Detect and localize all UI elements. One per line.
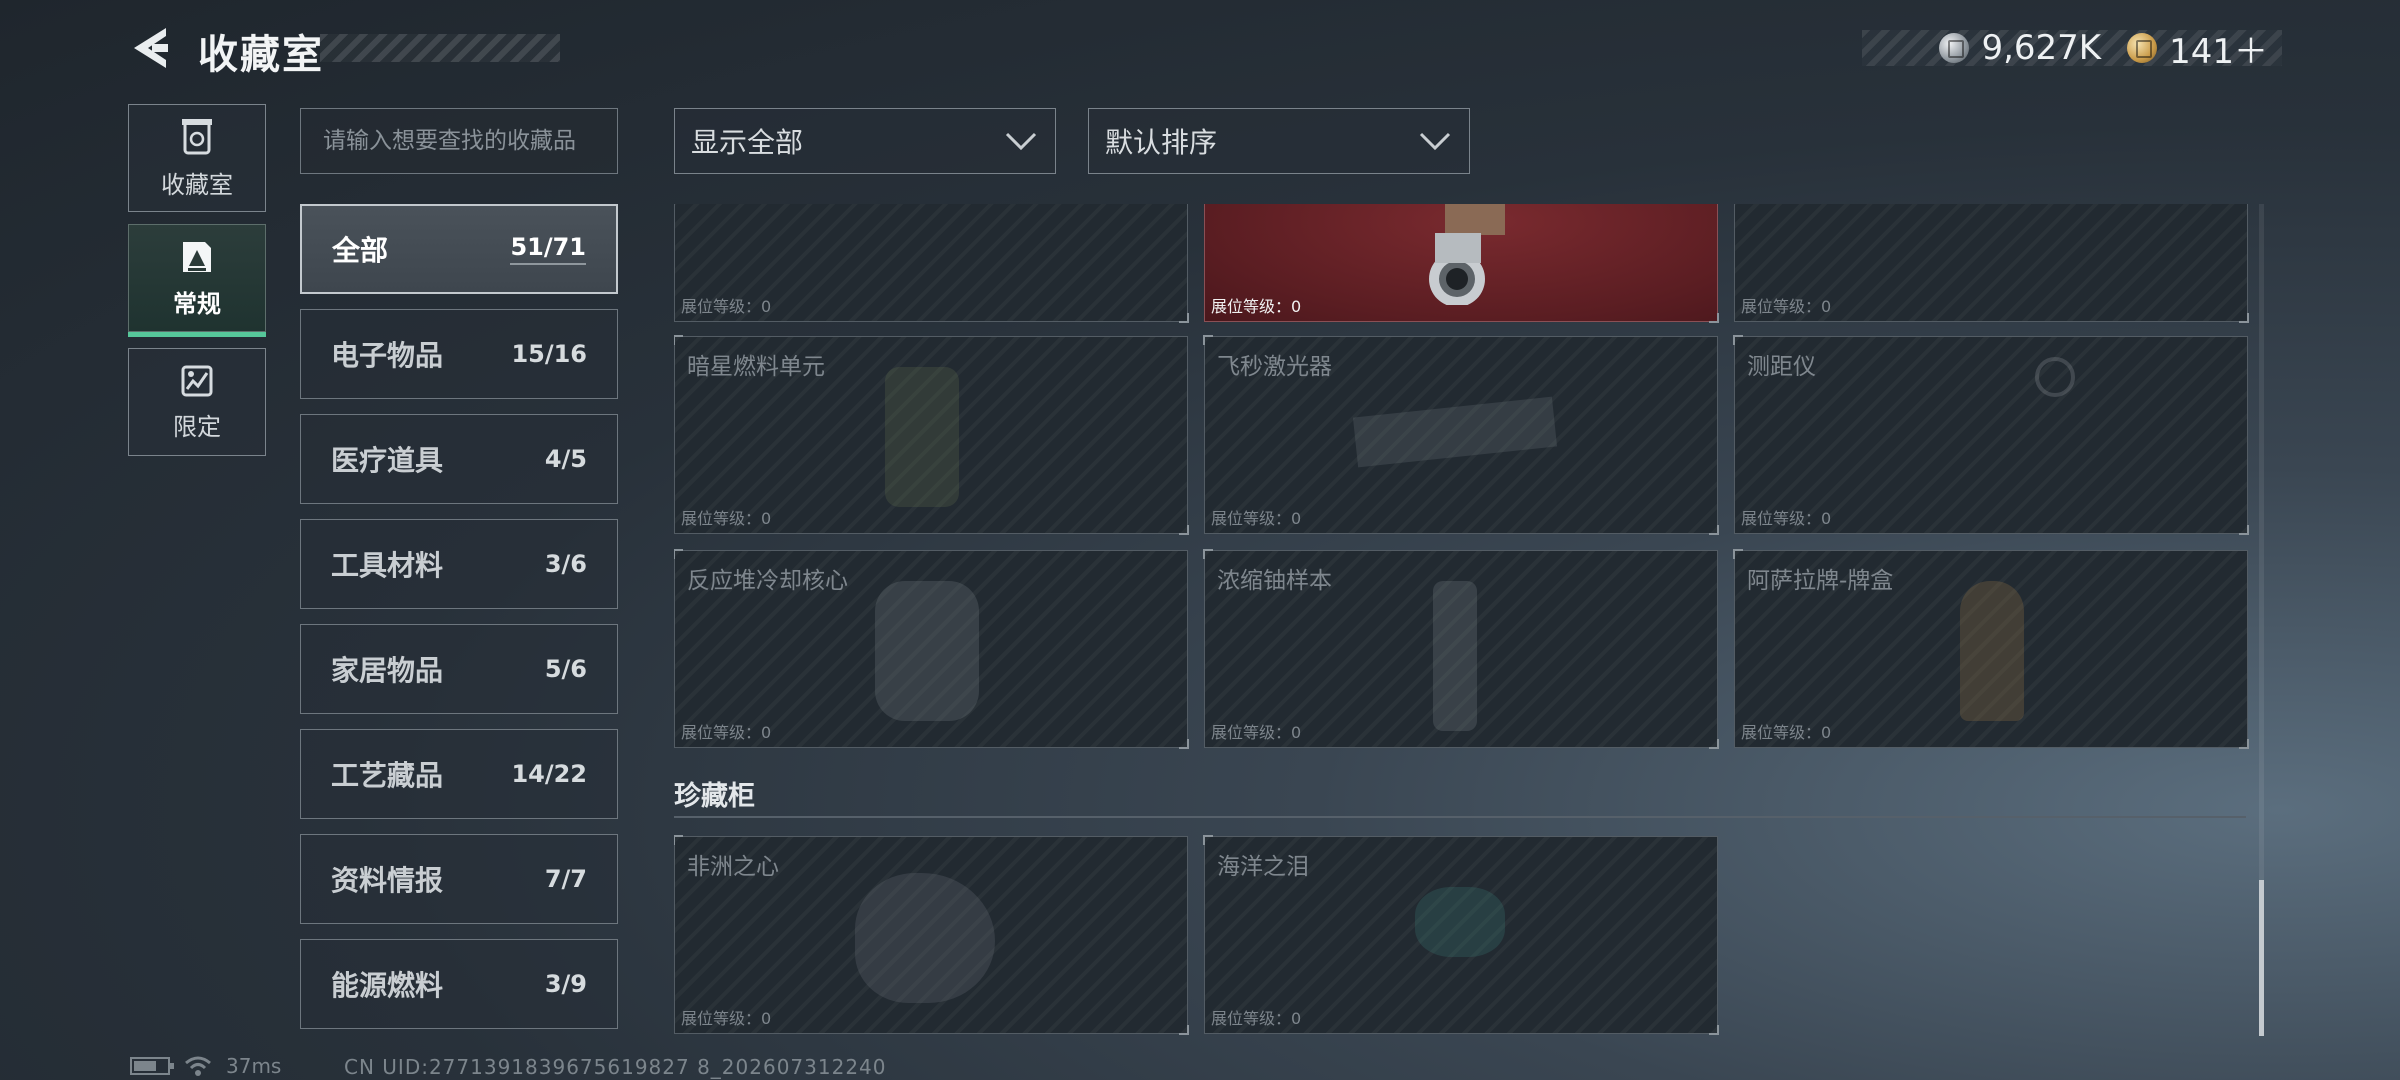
collection-card[interactable]: 展位等级：0 [1734,204,2249,323]
collection-grid[interactable]: 展位等级：0 展位等级：0 展位等级：0 暗星燃料单元 展位等级：0 飞秒激光器… [674,204,2260,1036]
category-count: 15/16 [511,340,587,368]
display-level: 展位等级：0 [681,723,772,742]
display-level: 展位等级：0 [1211,723,1302,742]
category-electronics[interactable]: 电子物品 15/16 [300,309,618,399]
scrollbar-thumb[interactable] [2259,880,2264,1036]
display-level: 展位等级：0 [1211,1009,1302,1028]
item-silhouette [875,581,979,721]
display-level: 展位等级：0 [1741,509,1832,528]
collection-card[interactable]: 非洲之心 展位等级：0 [674,835,1189,1035]
item-silhouette [885,367,959,507]
collection-card[interactable]: 反应堆冷却核心 展位等级：0 [674,549,1189,749]
collection-room-icon [182,118,212,154]
display-level: 展位等级：0 [681,509,772,528]
silver-coin-amount: 9,627K [1981,28,2102,68]
item-silhouette [2035,357,2075,397]
status-bar: 37ms [130,1054,281,1078]
category-all[interactable]: 全部 51/71 [300,204,618,294]
category-name: 医疗道具 [331,444,444,477]
chevron-down-icon [1419,132,1451,151]
category-count: 4/5 [544,445,587,473]
currency-bar: 9,627K 141＋ [1862,28,2282,72]
page-title: 收藏室 [198,32,324,78]
category-count: 3/6 [544,550,587,578]
display-level: 展位等级：0 [681,1009,772,1028]
category-name: 电子物品 [331,339,444,372]
item-name: 浓缩铀样本 [1217,568,1332,594]
section-title-treasure: 珍藏柜 [674,781,755,812]
collection-card-highlighted[interactable]: 展位等级：0 [1204,204,1719,323]
category-count: 5/6 [544,655,587,683]
uid-text: CN UID:2771391839675619827 8_20260731224… [344,1055,887,1079]
item-name: 阿萨拉牌-牌盒 [1747,568,1894,594]
gold-coin-amount: 141＋ [2169,31,2268,72]
category-count: 14/22 [511,760,587,788]
regular-icon [183,241,211,272]
search-input[interactable] [301,109,617,173]
section-divider [674,816,2246,818]
collection-card[interactable]: 暗星燃料单元 展位等级：0 [674,335,1189,535]
limited-icon [181,365,213,396]
category-energy[interactable]: 能源燃料 3/9 [300,939,618,1029]
display-filter-value: 显示全部 [691,126,804,159]
category-count: 51/71 [510,233,586,265]
category-name: 资料情报 [331,864,444,897]
side-tab-label: 收藏室 [161,170,233,199]
item-name: 反应堆冷却核心 [687,568,848,594]
back-button[interactable] [128,24,172,72]
sort-dropdown[interactable]: 默认排序 [1088,108,1470,174]
collection-card[interactable]: 展位等级：0 [674,204,1189,323]
collection-card[interactable]: 浓缩铀样本 展位等级：0 [1203,549,1719,749]
collection-card[interactable]: 海洋之泪 展位等级：0 [1203,835,1719,1035]
category-name: 家居物品 [331,654,444,687]
item-silhouette [1415,887,1505,957]
battery-icon [130,1057,174,1075]
display-level: 展位等级：0 [1741,723,1832,742]
category-crafts[interactable]: 工艺藏品 14/22 [300,729,618,819]
item-silhouette [1960,581,2024,721]
side-tab-limited[interactable]: 限定 [128,348,266,456]
back-arrow-icon [134,28,168,68]
item-name: 暗星燃料单元 [687,354,825,380]
side-tab-regular[interactable]: 常规 [128,224,266,337]
category-count: 7/7 [544,865,587,893]
category-name: 全部 [332,234,389,267]
wifi-icon [185,1056,211,1076]
sort-value: 默认排序 [1105,126,1218,159]
item-silhouette [855,873,995,1003]
category-count: 3/9 [544,970,587,998]
item-silhouette [1433,581,1477,731]
category-name: 工具材料 [331,549,444,582]
collection-card[interactable]: 阿萨拉牌-牌盒 展位等级：0 [1733,549,2249,749]
display-level: 展位等级：0 [1211,297,1302,316]
ping-text: 37ms [226,1054,282,1078]
collection-card[interactable]: 测距仪 展位等级：0 [1733,335,2249,535]
silver-coin-icon [1939,33,1970,63]
display-level: 展位等级：0 [1741,297,1832,316]
side-tab-label: 常规 [173,289,221,318]
gold-coin-icon [2127,33,2158,63]
category-tools[interactable]: 工具材料 3/6 [300,519,618,609]
item-name: 海洋之泪 [1217,854,1309,880]
category-name: 工艺藏品 [331,759,444,792]
item-name: 测距仪 [1747,354,1816,380]
item-image [1429,204,1505,305]
display-filter-dropdown[interactable]: 显示全部 [674,108,1056,174]
category-household[interactable]: 家居物品 5/6 [300,624,618,714]
side-tab-label: 限定 [173,412,221,441]
collection-card[interactable]: 飞秒激光器 展位等级：0 [1203,335,1719,535]
display-level: 展位等级：0 [1211,509,1302,528]
item-name: 非洲之心 [687,854,779,880]
category-name: 能源燃料 [331,969,444,1002]
chevron-down-icon [1005,132,1037,151]
item-name: 飞秒激光器 [1217,354,1332,380]
search-box [300,108,618,174]
title-decoration [320,34,560,62]
category-medical[interactable]: 医疗道具 4/5 [300,414,618,504]
category-intel[interactable]: 资料情报 7/7 [300,834,618,924]
display-level: 展位等级：0 [681,297,772,316]
item-silhouette [1352,396,1558,468]
side-tab-collection-room[interactable]: 收藏室 [128,104,266,212]
